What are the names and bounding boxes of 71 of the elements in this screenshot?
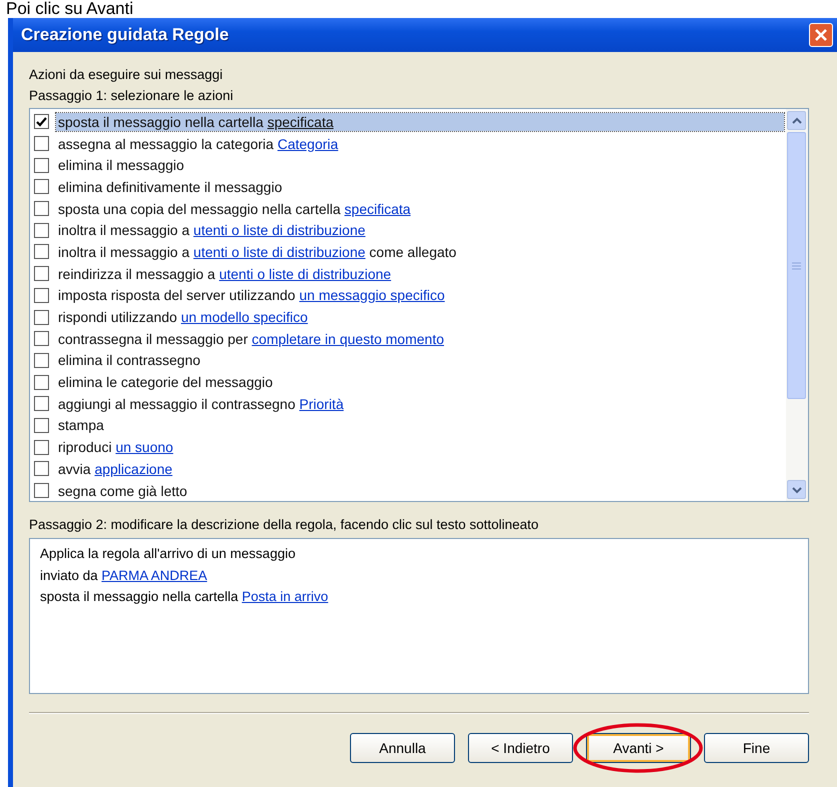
- step-label: Passaggio 1: selezionare le azioni: [29, 87, 234, 105]
- grip-icon: [792, 262, 801, 270]
- action-link[interactable]: specificata: [267, 114, 334, 130]
- action-item[interactable]: elimina le categorie del messaggio: [56, 373, 275, 392]
- checkbox[interactable]: [34, 179, 49, 194]
- action-item[interactable]: elimina il messaggio: [56, 156, 186, 174]
- checkbox[interactable]: [34, 114, 49, 130]
- checkbox[interactable]: [34, 222, 49, 238]
- action-item[interactable]: reindirizza il messaggio a utenti o liste di distribuzione: [56, 264, 394, 283]
- action-item[interactable]: assegna al messaggio la categoria Categoria: [56, 134, 340, 153]
- action-link[interactable]: utenti o liste di distribuzione: [193, 244, 366, 260]
- action-item[interactable]: inoltra il messaggio a utenti o liste di distribuzione come allegato: [56, 242, 458, 261]
- checkbox[interactable]: [34, 396, 49, 412]
- scroll-up-button[interactable]: [787, 111, 806, 130]
- action-item[interactable]: avvia applicazione: [56, 460, 174, 478]
- checkbox[interactable]: [34, 352, 49, 368]
- description-text: inviato da: [40, 568, 99, 582]
- scroll-down-button[interactable]: [787, 480, 806, 499]
- action-item[interactable]: contrassegna il messaggio per completare in questo momento: [56, 330, 446, 348]
- dialog-button[interactable]: Annulla: [350, 733, 455, 763]
- action-item[interactable]: inoltra il messaggio a utenti o liste di distribuzione: [56, 221, 368, 240]
- action-item[interactable]: sposta il messaggio nella cartella specificata: [56, 112, 784, 131]
- checkbox[interactable]: [34, 266, 49, 282]
- section-heading: Azioni da eseguire sui messaggi: [29, 66, 224, 84]
- action-link[interactable]: un messaggio specifico: [299, 287, 445, 304]
- action-link[interactable]: completare in questo momento: [252, 330, 444, 347]
- action-item[interactable]: imposta risposta del server utilizzando un messaggio specifico: [56, 286, 447, 304]
- action-link[interactable]: Priorità: [299, 396, 344, 412]
- action-item[interactable]: elimina definitivamente il messaggio: [56, 178, 284, 196]
- action-item[interactable]: segna come già letto: [56, 482, 190, 500]
- checkbox[interactable]: [34, 158, 49, 173]
- action-link[interactable]: utenti o liste di distribuzione: [219, 266, 392, 282]
- action-item[interactable]: rispondi utilizzando un modello specifico: [56, 308, 310, 326]
- checkbox[interactable]: [34, 483, 49, 498]
- scrollbar[interactable]: [786, 109, 808, 501]
- caption-text: Poi clic su Avanti: [5, 0, 134, 18]
- checkbox[interactable]: [34, 310, 49, 325]
- action-link[interactable]: applicazione: [94, 460, 172, 477]
- caret-down-icon: [790, 486, 802, 494]
- checkbox[interactable]: [34, 440, 49, 455]
- checkbox[interactable]: [34, 136, 49, 152]
- close-icon: [814, 28, 828, 42]
- close-button[interactable]: [809, 23, 833, 47]
- checkbox[interactable]: [34, 418, 49, 433]
- dialog-button[interactable]: Fine: [704, 733, 809, 763]
- description-link[interactable]: Posta in arrivo: [242, 589, 328, 604]
- checkbox[interactable]: [34, 374, 49, 390]
- description-text: sposta il messaggio nella cartella: [40, 589, 240, 604]
- checkbox[interactable]: [34, 201, 49, 216]
- dialog-button[interactable]: Avanti >: [586, 733, 691, 763]
- step-label: Passaggio 2: modificare la descrizione della regola, facendo clic sul testo sottolineato: [29, 516, 540, 534]
- action-item[interactable]: sposta una copia del messaggio nella cartella specificata: [56, 200, 413, 218]
- checkbox[interactable]: [34, 461, 49, 476]
- action-item[interactable]: riproduci un suono: [56, 438, 176, 456]
- caret-up-icon: [790, 116, 802, 124]
- action-link[interactable]: un suono: [116, 439, 174, 456]
- action-link[interactable]: un modello specifico: [180, 309, 308, 326]
- checkbox[interactable]: [34, 288, 49, 303]
- checkbox[interactable]: [34, 244, 49, 260]
- action-item[interactable]: aggiungi al messaggio il contrassegno Priorità: [56, 394, 346, 413]
- dialog-button[interactable]: < Indietro: [468, 733, 573, 763]
- action-link[interactable]: utenti o liste di distribuzione: [193, 222, 366, 238]
- checkbox[interactable]: [34, 331, 49, 346]
- window-title: Creazione guidata Regole: [21, 25, 229, 45]
- action-item[interactable]: elimina il contrassegno: [56, 351, 202, 370]
- action-item[interactable]: stampa: [56, 416, 106, 434]
- description-link[interactable]: PARMA ANDREA: [102, 568, 208, 582]
- action-link[interactable]: specificata: [344, 200, 411, 217]
- description-text: Applica la regola all'arrivo di un messaggio: [40, 546, 296, 561]
- action-link[interactable]: Categoria: [277, 136, 338, 152]
- scroll-thumb[interactable]: [787, 132, 806, 399]
